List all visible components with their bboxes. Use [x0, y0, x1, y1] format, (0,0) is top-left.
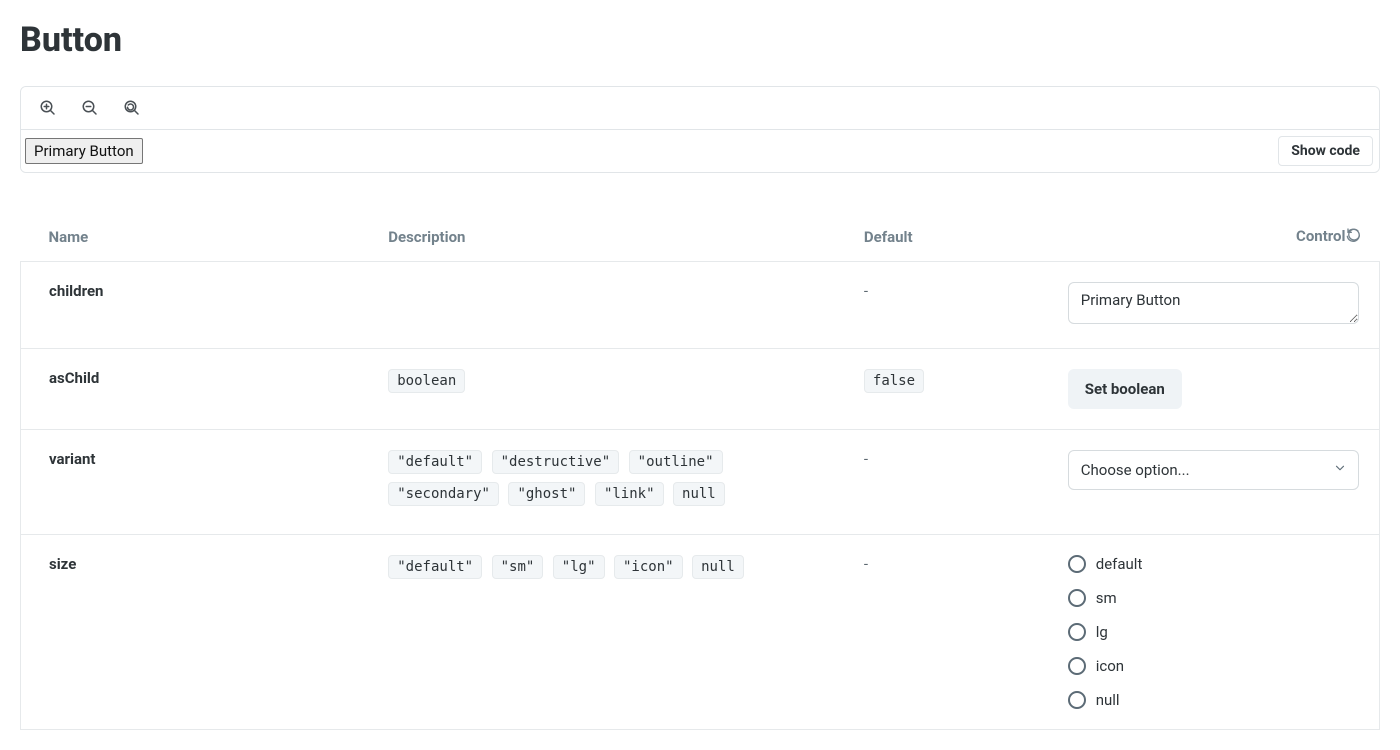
- control-desc-aschild: boolean: [360, 349, 836, 430]
- variant-option-secondary: "secondary": [388, 482, 499, 506]
- reset-controls-icon[interactable]: [1346, 227, 1362, 247]
- size-radio-label-icon: icon: [1096, 657, 1124, 675]
- control-row-children: children -: [21, 262, 1380, 349]
- variant-option-destructive: "destructive": [492, 450, 620, 474]
- control-name-aschild: asChild: [21, 349, 361, 430]
- radio-icon: [1068, 623, 1086, 641]
- size-option-default: "default": [388, 555, 482, 579]
- size-radio-label-sm: sm: [1096, 589, 1117, 607]
- control-name-size: size: [21, 535, 361, 730]
- size-radio-label-default: default: [1096, 555, 1143, 573]
- size-radio-default[interactable]: default: [1068, 555, 1359, 573]
- variant-option-ghost: "ghost": [508, 482, 585, 506]
- controls-header-row: Name Description Default Control: [21, 213, 1380, 262]
- control-name-children: children: [21, 262, 361, 349]
- page-title: Button: [20, 20, 1380, 60]
- radio-icon: [1068, 657, 1086, 675]
- size-radio-label-null: null: [1096, 691, 1120, 709]
- size-option-lg: "lg": [553, 555, 605, 579]
- size-option-sm: "sm": [492, 555, 544, 579]
- control-row-size: size "default" "sm" "lg" "icon" null - d…: [21, 535, 1380, 730]
- radio-icon: [1068, 555, 1086, 573]
- control-default-variant: -: [836, 430, 1040, 535]
- children-input[interactable]: [1068, 282, 1359, 324]
- zoom-in-icon[interactable]: [39, 99, 57, 117]
- control-row-aschild: asChild boolean false Set boolean: [21, 349, 1380, 430]
- size-radio-lg[interactable]: lg: [1068, 623, 1359, 641]
- control-row-variant: variant "default" "destructive" "outline…: [21, 430, 1380, 535]
- control-default-aschild: false: [836, 349, 1040, 430]
- control-name-variant: variant: [21, 430, 361, 535]
- variant-option-outline: "outline": [629, 450, 723, 474]
- variant-option-link: "link": [595, 482, 664, 506]
- default-chip-false: false: [864, 369, 924, 393]
- control-desc-children: [360, 262, 836, 349]
- type-chip-boolean: boolean: [388, 369, 465, 393]
- size-radio-null[interactable]: null: [1068, 691, 1359, 709]
- set-boolean-button[interactable]: Set boolean: [1068, 369, 1182, 409]
- zoom-reset-icon[interactable]: [123, 99, 141, 117]
- size-radio-icon[interactable]: icon: [1068, 657, 1359, 675]
- column-header-description: Description: [360, 213, 836, 262]
- control-desc-size: "default" "sm" "lg" "icon" null: [360, 535, 836, 730]
- size-option-icon: "icon": [614, 555, 683, 579]
- column-header-name: Name: [21, 213, 361, 262]
- control-default-size: -: [836, 535, 1040, 730]
- size-radio-sm[interactable]: sm: [1068, 589, 1359, 607]
- size-option-null: null: [692, 555, 744, 579]
- size-radio-label-lg: lg: [1096, 623, 1108, 641]
- variant-option-default: "default": [388, 450, 482, 474]
- controls-table: Name Description Default Control childre…: [20, 213, 1380, 730]
- column-header-control: Control: [1040, 213, 1380, 262]
- variant-option-null: null: [673, 482, 725, 506]
- column-header-control-label: Control: [1296, 227, 1345, 245]
- control-default-children: -: [836, 262, 1040, 349]
- rendered-component-button[interactable]: Primary Button: [25, 138, 143, 164]
- size-radio-group: default sm lg icon: [1068, 555, 1359, 709]
- control-desc-variant: "default" "destructive" "outline" "secon…: [360, 430, 836, 535]
- preview-panel: Primary Button Show code: [20, 86, 1380, 173]
- radio-icon: [1068, 691, 1086, 709]
- show-code-button[interactable]: Show code: [1278, 136, 1373, 166]
- variant-select[interactable]: Choose option...: [1068, 450, 1359, 490]
- zoom-out-icon[interactable]: [81, 99, 99, 117]
- preview-stage: Primary Button Show code: [21, 129, 1379, 172]
- radio-icon: [1068, 589, 1086, 607]
- preview-toolbar: [21, 87, 1379, 129]
- column-header-default: Default: [836, 213, 1040, 262]
